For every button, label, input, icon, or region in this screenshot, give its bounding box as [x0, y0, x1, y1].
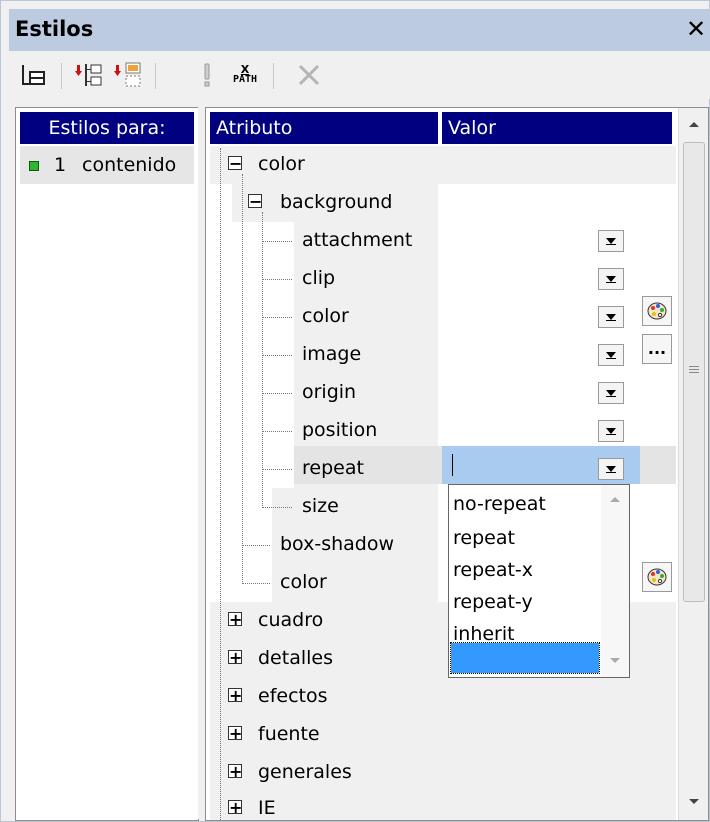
- dropdown-button[interactable]: [598, 306, 624, 328]
- tree-line: [262, 393, 292, 394]
- tree-line: [262, 355, 292, 356]
- collapse-icon[interactable]: −: [248, 194, 262, 210]
- attr-repeat[interactable]: repeat: [302, 457, 364, 479]
- scroll-up-icon[interactable]: [609, 495, 621, 503]
- attr-size[interactable]: size: [302, 495, 339, 517]
- xpath-path-label: PATH: [232, 74, 258, 85]
- dropdown-button[interactable]: [598, 458, 624, 480]
- toolbar-separator: [155, 63, 156, 89]
- tree-line: [262, 279, 292, 280]
- styles-window: Estilos ✕ X PATH Estilos para: 1 conteni…: [0, 0, 710, 822]
- selector-icon: [29, 161, 39, 171]
- color-picker-icon[interactable]: [642, 562, 672, 592]
- tree-line: [262, 469, 292, 470]
- dropdown-button[interactable]: [598, 420, 624, 442]
- dropdown-scrollbar[interactable]: [601, 485, 629, 677]
- expand-icon[interactable]: +: [228, 764, 242, 780]
- toolbar: X PATH: [9, 51, 710, 99]
- tree-line: [242, 174, 243, 584]
- title-bar: Estilos ✕: [9, 9, 710, 51]
- xpath-icon[interactable]: X PATH: [225, 59, 265, 91]
- splitter[interactable]: [198, 107, 204, 819]
- dropdown-option-selected[interactable]: [450, 642, 600, 674]
- expand-icon[interactable]: +: [228, 800, 242, 816]
- close-icon[interactable]: ✕: [681, 11, 710, 47]
- text-cursor: [452, 454, 453, 476]
- attr-box-shadow[interactable]: box-shadow: [280, 533, 394, 555]
- attribute-grid: Atributo Valor − − + + + + + + color bac…: [205, 107, 709, 821]
- expand-icon[interactable]: +: [228, 688, 242, 704]
- group-fuente[interactable]: fuente: [258, 723, 320, 745]
- group-ie[interactable]: IE: [258, 797, 276, 819]
- tree-line: [262, 507, 292, 508]
- dropdown-option[interactable]: repeat-x: [453, 555, 533, 585]
- column-header-value[interactable]: Valor: [442, 112, 672, 144]
- add-style-icon[interactable]: [17, 59, 49, 91]
- tree-line: [262, 317, 292, 318]
- exclamation-icon[interactable]: [191, 59, 223, 91]
- dropdown-button[interactable]: [598, 382, 624, 404]
- table-row[interactable]: [272, 488, 438, 526]
- group-cuadro[interactable]: cuadro: [258, 609, 323, 631]
- tree-line: [262, 212, 263, 506]
- dropdown-button[interactable]: [598, 344, 624, 366]
- attr-background[interactable]: background: [280, 191, 392, 213]
- dropdown-option[interactable]: no-repeat: [453, 489, 546, 519]
- table-row[interactable]: [210, 792, 676, 820]
- dropdown-button[interactable]: [598, 268, 624, 290]
- repeat-dropdown-list: no-repeat repeat repeat-x repeat-y inher…: [448, 484, 630, 678]
- dropdown-option[interactable]: repeat-y: [453, 587, 533, 617]
- add-child-icon[interactable]: [73, 59, 105, 91]
- item-number: 1: [54, 154, 67, 176]
- scroll-down-icon[interactable]: [609, 657, 621, 665]
- expand-icon[interactable]: +: [228, 726, 242, 742]
- vertical-scrollbar[interactable]: [678, 108, 708, 820]
- attr-origin[interactable]: origin: [302, 381, 356, 403]
- dropdown-button[interactable]: [598, 230, 624, 252]
- group-efectos[interactable]: efectos: [258, 685, 328, 707]
- toolbar-separator: [273, 63, 274, 89]
- add-sibling-icon[interactable]: [113, 59, 145, 91]
- tree-line: [242, 545, 270, 546]
- browse-button[interactable]: ...: [642, 334, 672, 364]
- window-title: Estilos: [15, 17, 94, 41]
- styles-for-pane: Estilos para: 1 contenido: [15, 107, 199, 821]
- attr-attachment[interactable]: attachment: [302, 229, 412, 251]
- scroll-up-icon[interactable]: [688, 120, 700, 128]
- expand-icon[interactable]: +: [228, 650, 242, 666]
- tree-line: [242, 583, 270, 584]
- grip-icon: [689, 366, 699, 373]
- styles-for-header: Estilos para:: [20, 112, 194, 144]
- collapse-icon[interactable]: −: [228, 156, 242, 172]
- attr-color[interactable]: color: [302, 305, 349, 327]
- tree-line: [262, 431, 292, 432]
- tree-line: [262, 241, 292, 242]
- attr-image[interactable]: image: [302, 343, 361, 365]
- scrollbar-thumb[interactable]: [683, 142, 705, 602]
- delete-icon[interactable]: [293, 59, 325, 91]
- attr-clip[interactable]: clip: [302, 267, 335, 289]
- scroll-down-icon[interactable]: [688, 798, 700, 806]
- tree-line: [220, 148, 221, 820]
- column-header-attribute[interactable]: Atributo: [210, 112, 438, 144]
- toolbar-separator: [61, 63, 62, 89]
- color-picker-icon[interactable]: [642, 296, 672, 326]
- group-detalles[interactable]: detalles: [258, 647, 333, 669]
- attr-position[interactable]: position: [302, 419, 377, 441]
- group-generales[interactable]: generales: [258, 761, 352, 783]
- list-item[interactable]: 1 contenido: [20, 146, 194, 184]
- item-label: contenido: [82, 154, 177, 176]
- expand-icon[interactable]: +: [228, 612, 242, 628]
- dropdown-option[interactable]: repeat: [453, 523, 515, 553]
- attr-color-group[interactable]: color: [258, 153, 305, 175]
- attr-color-2[interactable]: color: [280, 571, 327, 593]
